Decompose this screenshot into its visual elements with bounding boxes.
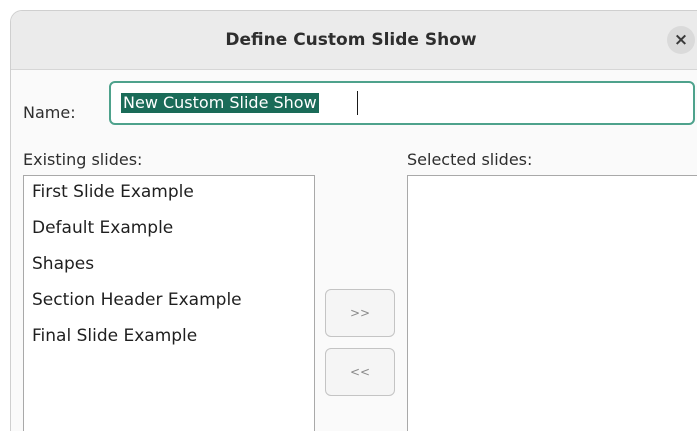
- list-item[interactable]: Section Header Example: [32, 290, 242, 310]
- name-input-value: New Custom Slide Show: [121, 93, 319, 113]
- remove-slide-button[interactable]: <<: [325, 348, 395, 396]
- list-item[interactable]: Final Slide Example: [32, 326, 197, 346]
- custom-slide-show-dialog: Define Custom Slide Show × Name: New Cus…: [10, 10, 697, 431]
- list-item[interactable]: Shapes: [32, 254, 94, 274]
- add-slide-button[interactable]: >>: [325, 289, 395, 337]
- existing-slides-list[interactable]: First Slide Example Default Example Shap…: [23, 175, 315, 431]
- selected-slides-list[interactable]: [407, 175, 697, 431]
- name-input[interactable]: New Custom Slide Show: [109, 81, 695, 125]
- list-item[interactable]: First Slide Example: [32, 182, 194, 202]
- title-bar: Define Custom Slide Show ×: [11, 11, 697, 70]
- text-caret: [357, 91, 358, 115]
- name-label: Name:: [23, 103, 76, 122]
- close-icon[interactable]: ×: [667, 26, 695, 54]
- list-item[interactable]: Default Example: [32, 218, 173, 238]
- existing-slides-label: Existing slides:: [23, 150, 143, 169]
- dialog-title: Define Custom Slide Show: [225, 30, 477, 50]
- selected-slides-label: Selected slides:: [407, 150, 533, 169]
